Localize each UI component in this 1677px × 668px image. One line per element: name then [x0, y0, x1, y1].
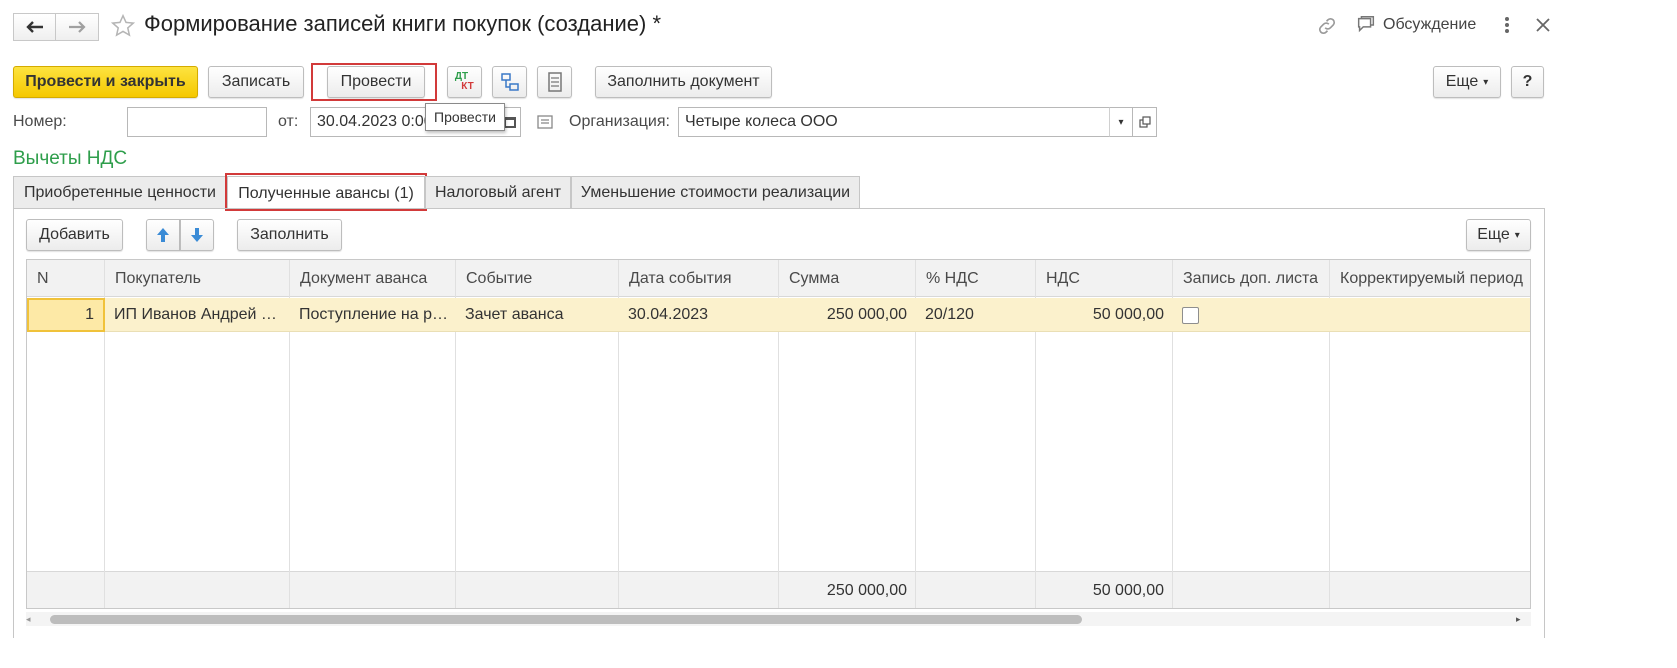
event-cell[interactable]: Зачет аванса: [456, 298, 619, 332]
date-label: от:: [278, 113, 299, 130]
organization-dropdown-button[interactable]: ▾: [1109, 107, 1133, 137]
row-number-cell[interactable]: 1: [27, 298, 105, 332]
table-more-label: Еще: [1477, 226, 1510, 243]
vat-cell[interactable]: 50 000,00: [1036, 298, 1173, 332]
dt-kt-button[interactable]: ДТ КТ: [447, 66, 482, 98]
vat-total: 50 000,00: [1092, 581, 1164, 599]
buyer-cell[interactable]: ИП Иванов Андрей …: [105, 298, 290, 332]
save-button[interactable]: Записать: [208, 66, 304, 98]
column-header[interactable]: НДС: [1036, 260, 1173, 297]
corrected-period-cell[interactable]: [1330, 298, 1530, 332]
scrollbar-thumb[interactable]: [50, 615, 1082, 624]
close-icon[interactable]: [1533, 15, 1553, 40]
column-header[interactable]: Запись доп. листа: [1173, 260, 1330, 297]
organization-label: Организация:: [569, 113, 670, 130]
extra-sheet-checkbox[interactable]: [1182, 306, 1199, 324]
document-list-icon: [547, 72, 562, 92]
calendar-icon[interactable]: [503, 115, 517, 134]
more-button[interactable]: Еще ▾: [1433, 66, 1501, 98]
caret-down-icon: ▾: [1483, 76, 1489, 88]
arrow-left-icon: [26, 21, 43, 33]
tab-acquired-values[interactable]: Приобретенные ценности: [13, 176, 227, 209]
column-header[interactable]: Событие: [456, 260, 619, 297]
hierarchy-icon: [500, 73, 519, 91]
tab-highlight: [225, 173, 427, 211]
column-header[interactable]: N: [27, 260, 105, 297]
number-label: Номер:: [13, 113, 67, 130]
table-more-button[interactable]: Еще ▾: [1466, 219, 1531, 251]
date-value: 30.04.2023 0:00: [317, 113, 433, 130]
report-button[interactable]: [537, 66, 572, 98]
open-window-icon: [1138, 116, 1151, 128]
tooltip: Провести: [425, 103, 505, 131]
table-row[interactable]: 1 ИП Иванов Андрей … Поступление на р… З…: [27, 298, 1530, 332]
tab-tax-agent[interactable]: Налоговый агент: [425, 176, 571, 209]
chevron-down-icon: ▾: [1118, 116, 1124, 128]
discussion-label: Обсуждение: [1383, 16, 1477, 33]
fill-button[interactable]: Заполнить: [237, 219, 342, 251]
vat-rate-cell[interactable]: 20/120: [916, 298, 1036, 332]
page-title: Формирование записей книги покупок (созд…: [144, 11, 662, 36]
advance-document-cell[interactable]: Поступление на р…: [290, 298, 456, 332]
column-header[interactable]: Дата события: [619, 260, 779, 297]
fill-document-button[interactable]: Заполнить документ: [595, 66, 772, 98]
column-header[interactable]: Сумма: [779, 260, 916, 297]
add-button[interactable]: Добавить: [26, 219, 123, 251]
sum-total: 250 000,00: [826, 581, 907, 599]
chat-icon: [1357, 16, 1375, 33]
forward-button[interactable]: [55, 13, 99, 41]
caret-down-icon: ▾: [1514, 229, 1520, 241]
organization-open-button[interactable]: [1133, 107, 1157, 137]
extra-sheet-cell[interactable]: [1173, 298, 1330, 332]
arrow-down-icon: [191, 228, 203, 242]
arrow-up-icon: [157, 228, 169, 242]
structure-button[interactable]: [492, 66, 527, 98]
post-button[interactable]: Провести: [327, 66, 425, 98]
number-field[interactable]: [127, 107, 267, 137]
move-up-button[interactable]: [146, 219, 180, 251]
advances-table[interactable]: N Покупатель Документ аванса Событие Дат…: [26, 259, 1531, 609]
post-and-close-button[interactable]: Провести и закрыть: [13, 66, 198, 98]
help-button[interactable]: ?: [1511, 66, 1544, 98]
event-date-cell[interactable]: 30.04.2023: [619, 298, 779, 332]
tab-sales-cost-reduction[interactable]: Уменьшение стоимости реализации: [571, 176, 860, 209]
more-label: Еще: [1445, 73, 1479, 90]
organization-field[interactable]: Четыре колеса ООО: [678, 107, 1110, 137]
column-header[interactable]: % НДС: [916, 260, 1036, 297]
comment-icon[interactable]: [537, 115, 553, 134]
organization-value: Четыре колеса ООО: [685, 113, 838, 130]
horizontal-scrollbar[interactable]: ◂ ▸: [26, 612, 1531, 626]
column-header[interactable]: Документ аванса: [290, 260, 456, 297]
arrow-right-icon: [69, 21, 86, 33]
column-header[interactable]: Корректируемый период: [1330, 260, 1530, 297]
sum-cell[interactable]: 250 000,00: [779, 298, 916, 332]
kt-label: КТ: [461, 81, 474, 92]
back-button[interactable]: [13, 13, 57, 41]
scroll-right-icon[interactable]: ▸: [1516, 614, 1521, 625]
discussion-button[interactable]: Обсуждение: [1355, 14, 1476, 36]
move-down-button[interactable]: [180, 219, 214, 251]
section-title: Вычеты НДС: [13, 148, 128, 169]
more-vertical-icon[interactable]: [1499, 14, 1515, 41]
scroll-left-icon[interactable]: ◂: [26, 614, 31, 625]
column-header[interactable]: Покупатель: [105, 260, 290, 297]
favorite-star-icon[interactable]: [110, 13, 136, 44]
link-icon[interactable]: [1316, 15, 1338, 42]
